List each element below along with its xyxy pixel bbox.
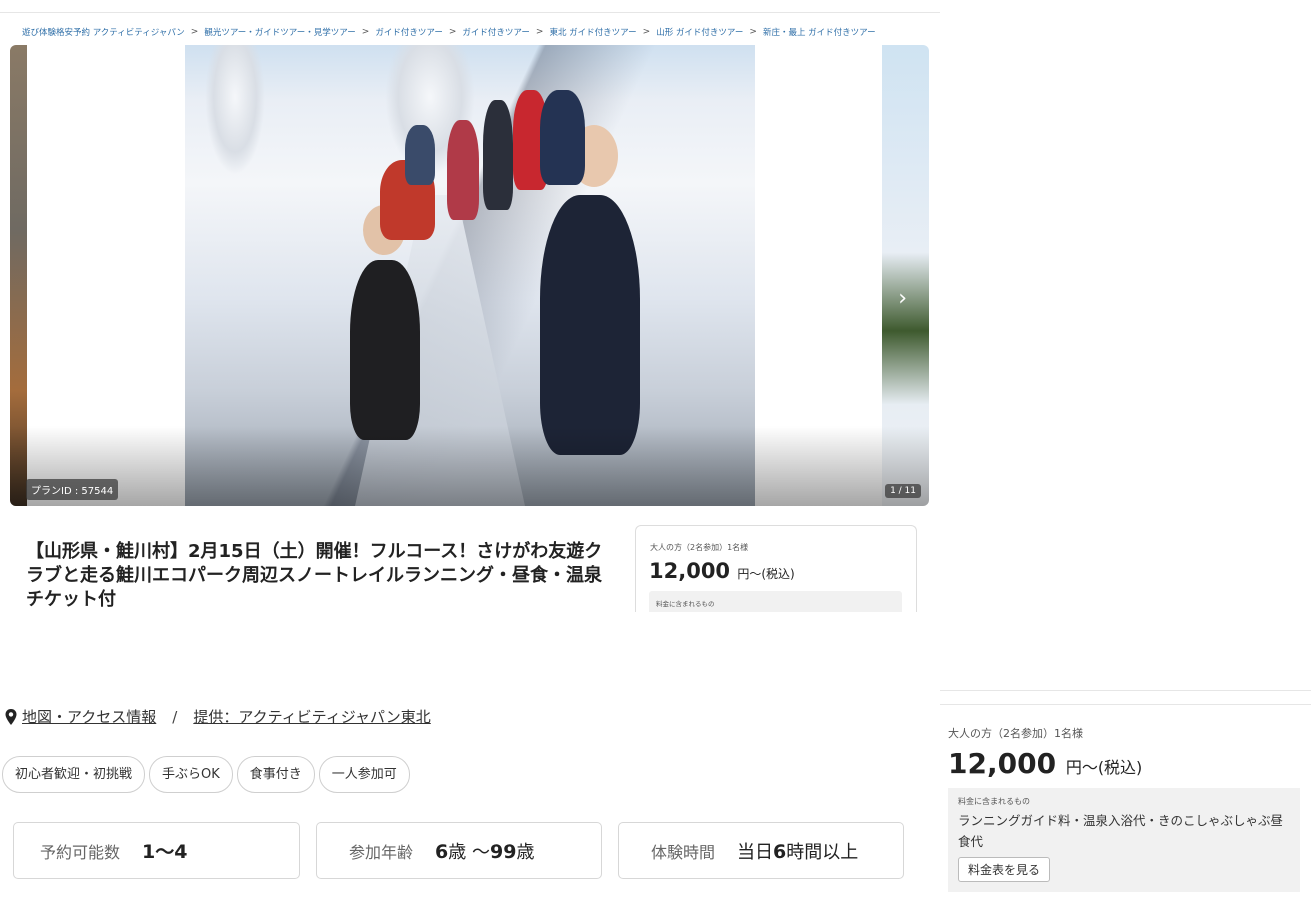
price-unit: 円〜(税込): [737, 567, 795, 581]
runner-figure: [447, 120, 479, 220]
access-info: 地図・アクセス情報 / 提供：アクティビティジャパン東北: [4, 706, 431, 727]
price-amount: 12,000: [649, 559, 731, 583]
age-min-suffix: 歳 〜: [448, 841, 490, 863]
breadcrumb-item-yamagata[interactable]: 山形 ガイド付きツアー: [656, 26, 743, 38]
booking-capacity-box: 予約可能数 1〜4: [13, 822, 300, 879]
duration-label: 体験時間: [651, 842, 716, 862]
snowy-tree-image: [205, 45, 265, 175]
price-table-button[interactable]: 料金表を見る: [958, 857, 1051, 882]
breadcrumb-separator-icon: >: [749, 27, 757, 37]
price-unit: 円〜(税込): [1065, 758, 1143, 777]
price-card-sticky: 大人の方（2名参加）1名様 12,000 円〜(税込) 料金に含まれるもの ラン…: [948, 713, 1303, 892]
price-included-label: 料金に含まれるもの: [958, 797, 1030, 806]
runner-figure: [540, 90, 585, 185]
age-max-suffix: 歳: [516, 841, 535, 863]
age-max: 99: [489, 840, 517, 863]
gallery-counter: 1 / 11: [885, 484, 921, 498]
sidebar-divider: [940, 690, 1311, 691]
breadcrumb-separator-icon: >: [448, 27, 457, 37]
booking-capacity-value: 1〜4: [142, 841, 188, 863]
breadcrumb-item-guided-2[interactable]: ガイド付きツアー: [462, 26, 530, 38]
breadcrumb-separator-icon: >: [190, 27, 199, 37]
price-amount: 12,000: [948, 747, 1057, 780]
price-included-text: ランニングガイド料・温泉入浴代・きのこしゃぶしゃぶ昼食代: [958, 813, 1284, 849]
breadcrumb-item-guided[interactable]: ガイド付きツアー: [375, 26, 443, 38]
runner-figure: [405, 125, 435, 185]
sidebar-divider: [940, 704, 1311, 705]
price-amount-block: 12,000 円〜(税込): [649, 559, 795, 583]
duration-suffix: 時間以上: [786, 841, 859, 863]
price-label: 大人の方（2名参加）1名様: [650, 543, 749, 552]
breadcrumb-item-shinjo[interactable]: 新庄・最上 ガイド付きツアー: [763, 26, 876, 38]
runner-figure: [540, 195, 640, 455]
price-card-inline: 大人の方（2名参加）1名様 12,000 円〜(税込) 料金に含まれるもの: [635, 525, 917, 612]
price-included-label: 料金に含まれるもの: [656, 600, 715, 608]
tag-beginner[interactable]: 初心者歓迎・初挑戦: [2, 756, 146, 793]
plan-id-badge: プランID : 57544: [26, 479, 119, 500]
age-value: 6歳 〜99歳: [435, 838, 534, 864]
duration-box: 体験時間 当日6時間以上: [618, 822, 904, 879]
duration-value: 当日6時間以上: [737, 838, 858, 864]
gallery-bottom-shade: [10, 426, 929, 506]
tag-meal[interactable]: 食事付き: [236, 756, 315, 793]
breadcrumb-item-home[interactable]: 遊び体験格安予約 アクティビティジャパン: [22, 26, 185, 38]
duration-hours: 6: [773, 840, 787, 863]
breadcrumb-item-tohoku[interactable]: 東北 ガイド付きツアー: [549, 26, 636, 38]
feature-tags: 初心者歓迎・初挑戦 手ぶらOK 食事付き 一人参加可: [2, 756, 410, 793]
booking-capacity-label: 予約可能数: [40, 842, 121, 862]
price-label: 大人の方（2名参加）1名様: [948, 727, 1083, 740]
breadcrumb-item-tours[interactable]: 観光ツアー・ガイドツアー・見学ツアー: [204, 26, 355, 38]
runner-figure: [350, 260, 420, 440]
runner-figure: [483, 100, 513, 210]
photo-gallery[interactable]: › プランID : 57544 1 / 11: [10, 45, 929, 506]
breadcrumb-separator-icon: >: [535, 27, 544, 37]
age-min: 6: [435, 840, 449, 863]
duration-prefix: 当日: [737, 841, 774, 863]
provider-link[interactable]: 提供：アクティビティジャパン東北: [193, 706, 430, 727]
access-separator: /: [172, 707, 178, 726]
price-amount-block: 12,000 円〜(税込): [948, 747, 1303, 780]
price-included-box: 料金に含まれるもの: [649, 591, 902, 612]
plan-title: 【山形県・鮭川村】2月15日（土）開催！フルコース！さけがわ友遊クラブと走る鮭川…: [26, 541, 603, 611]
chevron-right-icon[interactable]: ›: [898, 288, 907, 310]
map-access-link[interactable]: 地図・アクセス情報: [22, 706, 156, 727]
breadcrumb-separator-icon: >: [361, 27, 370, 37]
header-divider: [0, 12, 940, 13]
price-included-box: 料金に含まれるもの ランニングガイド料・温泉入浴代・きのこしゃぶしゃぶ昼食代 料…: [948, 788, 1300, 892]
age-label: 参加年齢: [349, 842, 414, 862]
map-pin-icon: [5, 708, 17, 725]
breadcrumb-separator-icon: >: [642, 27, 651, 37]
tag-empty-handed[interactable]: 手ぶらOK: [149, 756, 233, 793]
tag-solo[interactable]: 一人参加可: [318, 756, 410, 793]
age-box: 参加年齢 6歳 〜99歳: [316, 822, 602, 879]
breadcrumb: 遊び体験格安予約 アクティビティジャパン > 観光ツアー・ガイドツアー・見学ツア…: [22, 26, 876, 38]
